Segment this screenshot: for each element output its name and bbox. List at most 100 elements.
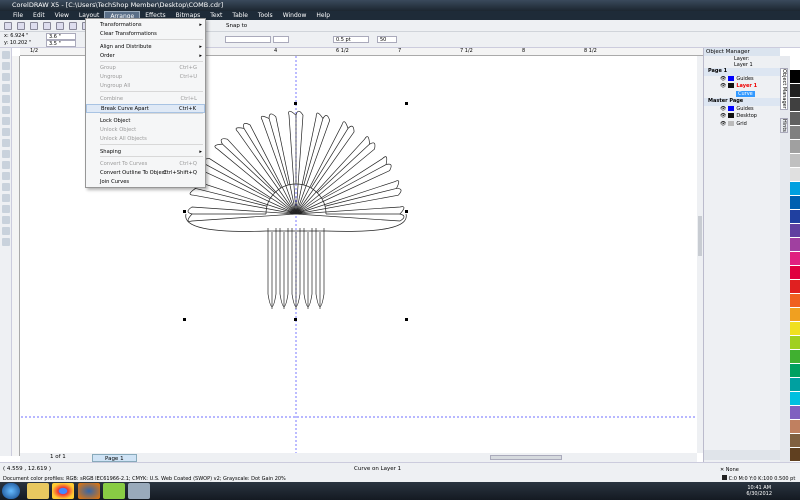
freehand-tool-icon[interactable] [2, 95, 10, 103]
width-field[interactable]: 3.6 " [46, 33, 76, 40]
color-swatch[interactable] [790, 168, 800, 182]
tree-layer[interactable]: 👁 Grid [704, 120, 780, 129]
eyedropper-icon[interactable] [2, 216, 10, 224]
selection-handle[interactable] [405, 318, 408, 321]
menu-item-clear-transformations[interactable]: Clear Transformations [86, 30, 205, 39]
color-swatch[interactable] [790, 182, 800, 196]
selection-handle[interactable] [183, 318, 186, 321]
dimension-tool-icon[interactable] [2, 183, 10, 191]
color-swatch[interactable] [790, 392, 800, 406]
selection-handle[interactable] [294, 102, 297, 105]
rectangle-tool-icon[interactable] [2, 117, 10, 125]
color-swatch[interactable] [790, 154, 800, 168]
color-swatch[interactable] [790, 224, 800, 238]
clock[interactable]: 10:41 AM 6/30/2012 [746, 485, 772, 497]
vertical-ruler[interactable] [12, 56, 20, 456]
selection-handle[interactable] [405, 210, 408, 213]
nudge-field[interactable]: 50 [377, 36, 397, 43]
color-swatch[interactable] [790, 322, 800, 336]
menu-item-join-curves[interactable]: Join Curves [86, 178, 205, 187]
color-swatch[interactable] [790, 364, 800, 378]
connector-tool-icon[interactable] [2, 194, 10, 202]
color-swatch[interactable] [790, 294, 800, 308]
x-position[interactable]: x: 6.924 " [2, 33, 42, 40]
explorer-icon[interactable] [27, 483, 49, 499]
tree-header[interactable]: Master Page [704, 98, 780, 106]
color-swatch[interactable] [790, 196, 800, 210]
menu-item-order[interactable]: Order ▸ [86, 52, 205, 61]
color-swatch[interactable] [790, 126, 800, 140]
table-tool-icon[interactable] [2, 172, 10, 180]
eye-icon[interactable]: 👁 [720, 121, 726, 127]
tab-object-manager[interactable]: Object Manager [780, 68, 788, 110]
menu-file[interactable]: File [8, 11, 28, 20]
menu-help[interactable]: Help [311, 11, 335, 20]
selection-handle[interactable] [183, 210, 186, 213]
menu-item-break-curve-apart[interactable]: Break Curve Apart Ctrl+K [86, 104, 205, 113]
tab-hints[interactable]: Hints [780, 117, 788, 133]
color-swatch[interactable] [790, 280, 800, 294]
menu-item-unlock-object[interactable]: Unlock Object [86, 126, 205, 135]
line-style-select[interactable] [225, 36, 271, 43]
color-swatch[interactable] [790, 266, 800, 280]
y-position[interactable]: y: 10.202 " [2, 40, 42, 47]
color-swatch[interactable] [790, 336, 800, 350]
snap-to-dropdown[interactable]: Snap to [226, 23, 247, 29]
eye-icon[interactable]: 👁 [720, 106, 726, 112]
eye-icon[interactable]: 👁 [720, 83, 726, 89]
color-swatch[interactable] [790, 70, 800, 84]
menu-item-group[interactable]: Group Ctrl+G [86, 64, 205, 73]
crop-tool-icon[interactable] [2, 73, 10, 81]
menu-window[interactable]: Window [278, 11, 312, 20]
menu-item-combine[interactable]: Combine Ctrl+L [86, 95, 205, 104]
page-tab[interactable]: Page 1 [92, 454, 137, 462]
color-swatch[interactable] [790, 406, 800, 420]
color-swatch[interactable] [790, 420, 800, 434]
color-swatch[interactable] [790, 238, 800, 252]
fill-tool-icon[interactable] [2, 238, 10, 246]
basic-shapes-icon[interactable] [2, 150, 10, 158]
pick-tool-icon[interactable] [2, 51, 10, 59]
menu-item-shaping[interactable]: Shaping ▸ [86, 148, 205, 157]
menu-tools[interactable]: Tools [253, 11, 278, 20]
color-swatch[interactable] [790, 140, 800, 154]
selection-handle[interactable] [405, 102, 408, 105]
print-icon[interactable] [43, 21, 51, 30]
polygon-tool-icon[interactable] [2, 139, 10, 147]
color-swatch[interactable] [790, 252, 800, 266]
tree-layer[interactable]: 👁 Desktop [704, 113, 780, 121]
save-icon[interactable] [30, 21, 38, 30]
horizontal-scrollbar[interactable] [490, 455, 562, 460]
outline-width-select[interactable]: 0.5 pt [333, 36, 369, 43]
eye-icon[interactable]: 👁 [720, 76, 726, 82]
smart-fill-icon[interactable] [2, 106, 10, 114]
tree-layer[interactable]: 👁 Guides [704, 75, 780, 84]
height-field[interactable]: 3.5 " [46, 40, 76, 47]
color-swatch[interactable] [790, 350, 800, 364]
tree-layer[interactable]: 👁 Guides [704, 105, 780, 114]
menu-item-ungroup[interactable]: Ungroup Ctrl+U [86, 73, 205, 82]
eye-icon[interactable]: 👁 [720, 113, 726, 119]
new-icon[interactable] [4, 21, 12, 30]
color-swatch[interactable] [790, 112, 800, 126]
color-swatch[interactable] [790, 98, 800, 112]
menu-text[interactable]: Text [205, 11, 227, 20]
paint-icon[interactable] [128, 483, 150, 499]
selection-handle[interactable] [294, 318, 297, 321]
menu-edit[interactable]: Edit [28, 11, 50, 20]
menu-item-transformations[interactable]: Transformations ▸ [86, 21, 205, 30]
start-button[interactable] [2, 483, 20, 499]
menu-item-lock-object[interactable]: Lock Object [86, 117, 205, 126]
text-tool-icon[interactable] [2, 161, 10, 169]
menu-item-ungroup-all[interactable]: Ungroup All [86, 82, 205, 91]
menu-item-unlock-all-objects[interactable]: Unlock All Objects [86, 135, 205, 144]
color-swatch[interactable] [790, 84, 800, 98]
menu-item-align-and-distribute[interactable]: Align and Distribute ▸ [86, 43, 205, 52]
end-arrow-select[interactable] [273, 36, 289, 43]
shape-tool-icon[interactable] [2, 62, 10, 70]
menu-table[interactable]: Table [227, 11, 253, 20]
color-swatch[interactable] [790, 210, 800, 224]
ellipse-tool-icon[interactable] [2, 128, 10, 136]
outline-pen-icon[interactable] [2, 227, 10, 235]
menu-item-convert-to-curves[interactable]: Convert To Curves Ctrl+Q [86, 160, 205, 169]
